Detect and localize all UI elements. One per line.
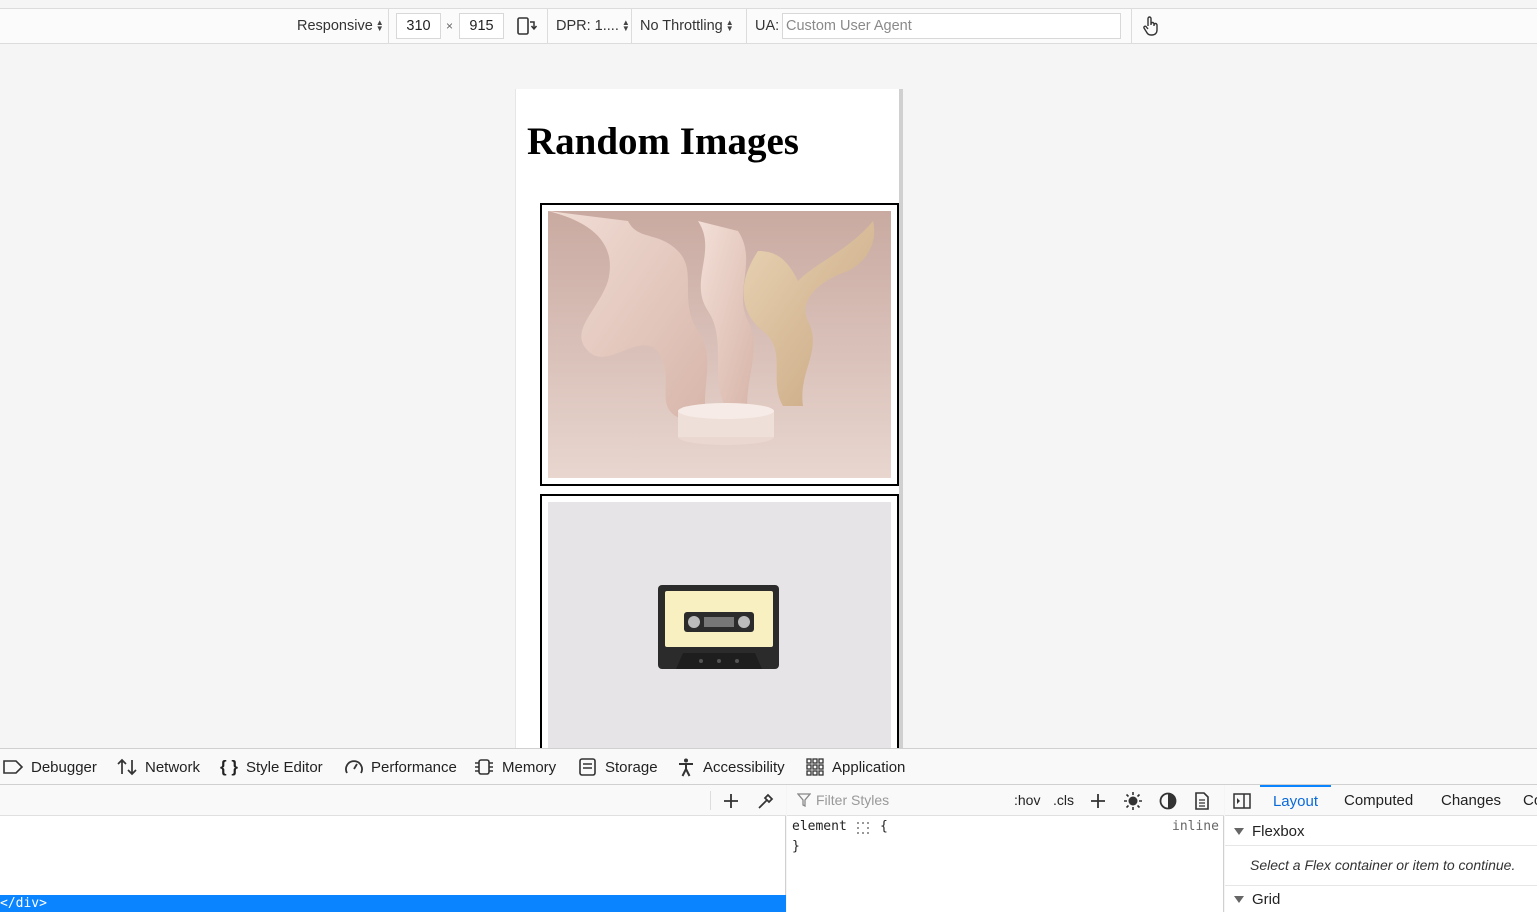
device-selector-label: Responsive	[297, 18, 373, 34]
hov-toggle[interactable]: :hov	[1014, 792, 1040, 808]
application-grid-icon	[806, 758, 824, 776]
filter-styles-input[interactable]: Filter Styles	[816, 792, 889, 808]
device-selector[interactable]: Responsive ▲ ▼	[297, 9, 384, 43]
performance-gauge-icon	[345, 760, 363, 774]
tab-debugger[interactable]: Debugger	[2, 749, 97, 785]
braces-icon: { }	[220, 757, 238, 776]
image-card	[540, 494, 899, 748]
image-card	[540, 203, 899, 486]
collapse-triangle-icon	[1234, 828, 1244, 835]
tab-label: Debugger	[31, 758, 97, 776]
tab-label: Layout	[1272, 793, 1319, 810]
flexbox-empty-message: Select a Flex container or item to conti…	[1250, 857, 1516, 873]
rules-view: Filter Styles :hov .cls element { } inli…	[787, 785, 1224, 912]
tab-changes[interactable]: Changes	[1441, 785, 1502, 815]
selected-markup-node[interactable]: </div>	[0, 895, 786, 912]
rule-close-brace: }	[792, 839, 800, 854]
tab-label: Style Editor	[245, 758, 323, 776]
rule-selector[interactable]: element	[792, 819, 847, 834]
dimension-times: ×	[446, 19, 454, 33]
tab-label: Memory	[502, 758, 557, 776]
separator	[388, 9, 389, 43]
tab-label: Network	[145, 758, 201, 776]
dpr-selector[interactable]: DPR: 1.... ▲ ▼	[556, 9, 630, 43]
tab-application[interactable]: Application	[805, 749, 905, 785]
markup-view: </div>	[0, 785, 786, 912]
rotate-viewport-icon[interactable]	[516, 9, 538, 43]
separator	[631, 9, 632, 43]
debugger-icon	[3, 760, 24, 774]
cls-toggle[interactable]: .cls	[1053, 792, 1074, 808]
accessibility-icon	[679, 758, 693, 777]
grid-title: Grid	[1252, 891, 1281, 908]
add-node-icon[interactable]	[721, 791, 741, 814]
separator	[1131, 9, 1132, 43]
tab-memory[interactable]: Memory	[473, 749, 556, 785]
filter-icon	[796, 793, 812, 810]
toggle-sidebar-icon[interactable]	[1232, 792, 1252, 813]
memory-chip-icon	[475, 759, 493, 775]
throttling-selector[interactable]: No Throttling ▲ ▼	[640, 9, 734, 43]
updown-arrows-icon: ▲ ▼	[725, 18, 734, 33]
rule-source: inline	[1172, 819, 1219, 834]
tab-label: Performance	[371, 758, 457, 776]
tab-layout[interactable]: Layout	[1260, 785, 1331, 815]
tab-label: Computed	[1344, 792, 1414, 809]
rule-open-brace: {	[880, 819, 888, 834]
responsive-toolbar: Responsive ▲ ▼ 310 × 915 DPR: 1.... ▲ ▼ No…	[0, 8, 1537, 44]
updown-arrows-icon: ▲ ▼	[621, 18, 630, 33]
print-media-document-icon[interactable]	[1193, 791, 1211, 814]
ua-label: UA:	[755, 18, 780, 34]
tab-label: Storage	[605, 758, 658, 776]
element-grid-icon	[856, 821, 870, 838]
sidebar-tab-bar: Layout Computed Changes Co	[1225, 785, 1537, 816]
storage-icon	[579, 758, 596, 776]
tab-computed[interactable]: Computed	[1344, 785, 1414, 815]
tab-accessibility[interactable]: Accessibility	[676, 749, 785, 785]
dpr-selector-label: DPR: 1....	[556, 18, 619, 34]
add-rule-icon[interactable]	[1088, 791, 1108, 814]
throttling-selector-label: No Throttling	[640, 18, 723, 34]
dark-theme-contrast-icon[interactable]	[1158, 791, 1178, 814]
rules-toolbar: Filter Styles :hov .cls	[787, 785, 1224, 816]
updown-arrows-icon: ▲ ▼	[375, 18, 384, 33]
markup-toolbar	[0, 785, 786, 816]
separator	[547, 9, 548, 43]
tab-performance[interactable]: Performance	[344, 749, 457, 785]
light-theme-sun-icon[interactable]	[1123, 791, 1143, 814]
separator	[746, 9, 747, 43]
viewport-height-input[interactable]: 915	[459, 13, 504, 39]
tab-label: Co	[1523, 792, 1537, 809]
viewport-width-input[interactable]: 310	[396, 13, 441, 39]
touch-simulation-icon[interactable]	[1142, 9, 1160, 43]
tab-style-editor[interactable]: { } Style Editor	[220, 749, 323, 785]
emulated-viewport: Random Images	[515, 89, 899, 748]
tab-label: Changes	[1441, 792, 1502, 809]
grid-section-header[interactable]: Grid	[1225, 885, 1537, 912]
tab-network[interactable]: Network	[116, 749, 200, 785]
flexbox-title: Flexbox	[1252, 823, 1305, 840]
tab-label: Application	[832, 758, 906, 776]
user-agent-input[interactable]: Custom User Agent	[782, 13, 1121, 39]
tab-compatibility[interactable]: Co	[1523, 785, 1537, 815]
page-heading: Random Images	[527, 120, 799, 163]
inspector-sidebar: Layout Computed Changes Co Flexbox Selec…	[1225, 785, 1537, 912]
flexbox-section-header[interactable]: Flexbox	[1225, 818, 1537, 846]
viewport-scrollbar[interactable]	[899, 89, 903, 748]
devtools-tab-bar: Debugger Network { } Style Editor Perfor…	[0, 748, 1537, 785]
tab-label: Accessibility	[703, 758, 785, 776]
separator	[710, 791, 711, 810]
collapse-triangle-icon	[1234, 896, 1244, 903]
abstract-sculpture-image	[548, 211, 891, 481]
network-icon	[117, 758, 137, 776]
cassette-tape-image	[548, 502, 891, 748]
tab-storage[interactable]: Storage	[578, 749, 658, 785]
eyedropper-icon[interactable]	[756, 791, 776, 814]
